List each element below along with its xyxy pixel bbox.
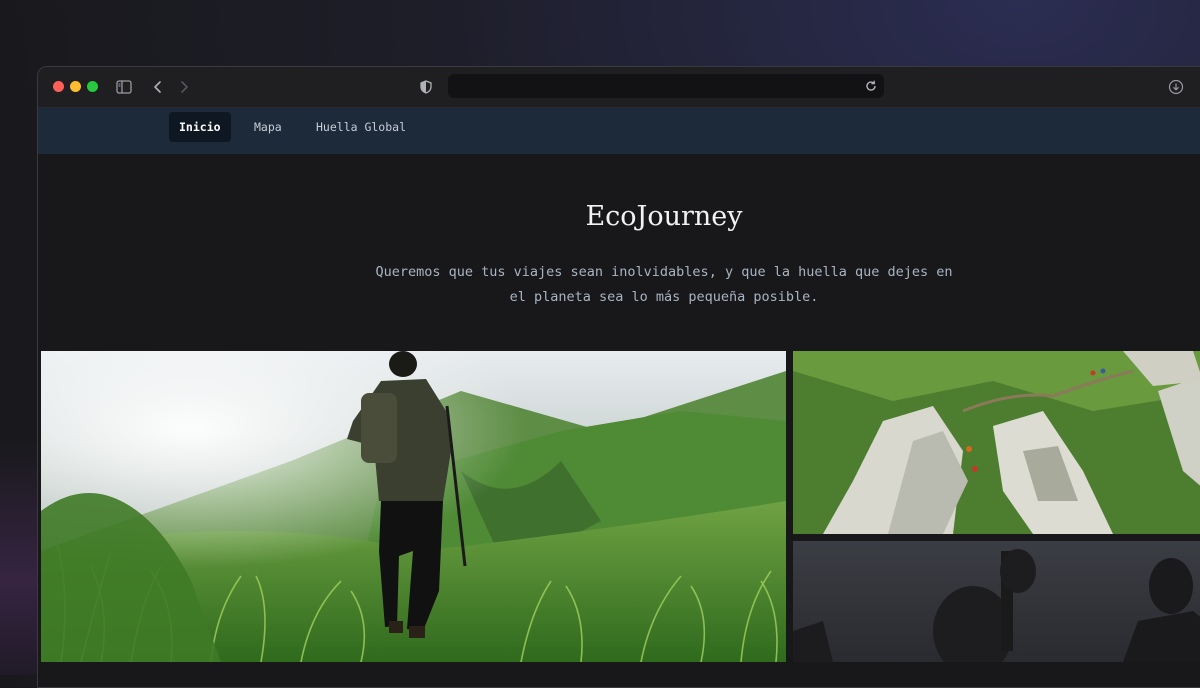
chevron-left-icon[interactable] (150, 77, 166, 97)
hero-subtitle: Queremos que tus viajes sean inolvidable… (348, 260, 980, 310)
nav-item-huella-global[interactable]: Huella Global (306, 112, 416, 142)
download-icon[interactable] (1166, 77, 1186, 97)
rocky-ridge-photo (793, 351, 1200, 534)
silhouette-hikers-photo (793, 541, 1200, 662)
hero-subtitle-line-2: el planeta sea lo más pequeña posible. (509, 289, 819, 305)
hero-subtitle-line-1: Queremos que tus viajes sean inolvidable… (375, 264, 953, 280)
nav-item-inicio[interactable]: Inicio (169, 112, 231, 142)
hiker-hero-photo (41, 351, 786, 662)
minimize-window-button[interactable] (70, 81, 81, 92)
address-bar[interactable] (448, 74, 884, 98)
zoom-window-button[interactable] (87, 81, 98, 92)
sidebar-icon[interactable] (114, 77, 134, 97)
browser-toolbar (38, 67, 1200, 108)
shield-icon[interactable] (418, 77, 434, 97)
browser-window: Inicio Mapa Huella Global EcoJourney Que… (37, 66, 1200, 688)
chevron-right-icon[interactable] (176, 77, 192, 97)
close-window-button[interactable] (53, 81, 64, 92)
page-title: EcoJourney (585, 201, 743, 232)
desktop-background (0, 440, 40, 675)
site-navbar: Inicio Mapa Huella Global (38, 108, 1200, 154)
nav-item-mapa[interactable]: Mapa (244, 112, 292, 142)
reload-icon[interactable] (864, 78, 878, 97)
